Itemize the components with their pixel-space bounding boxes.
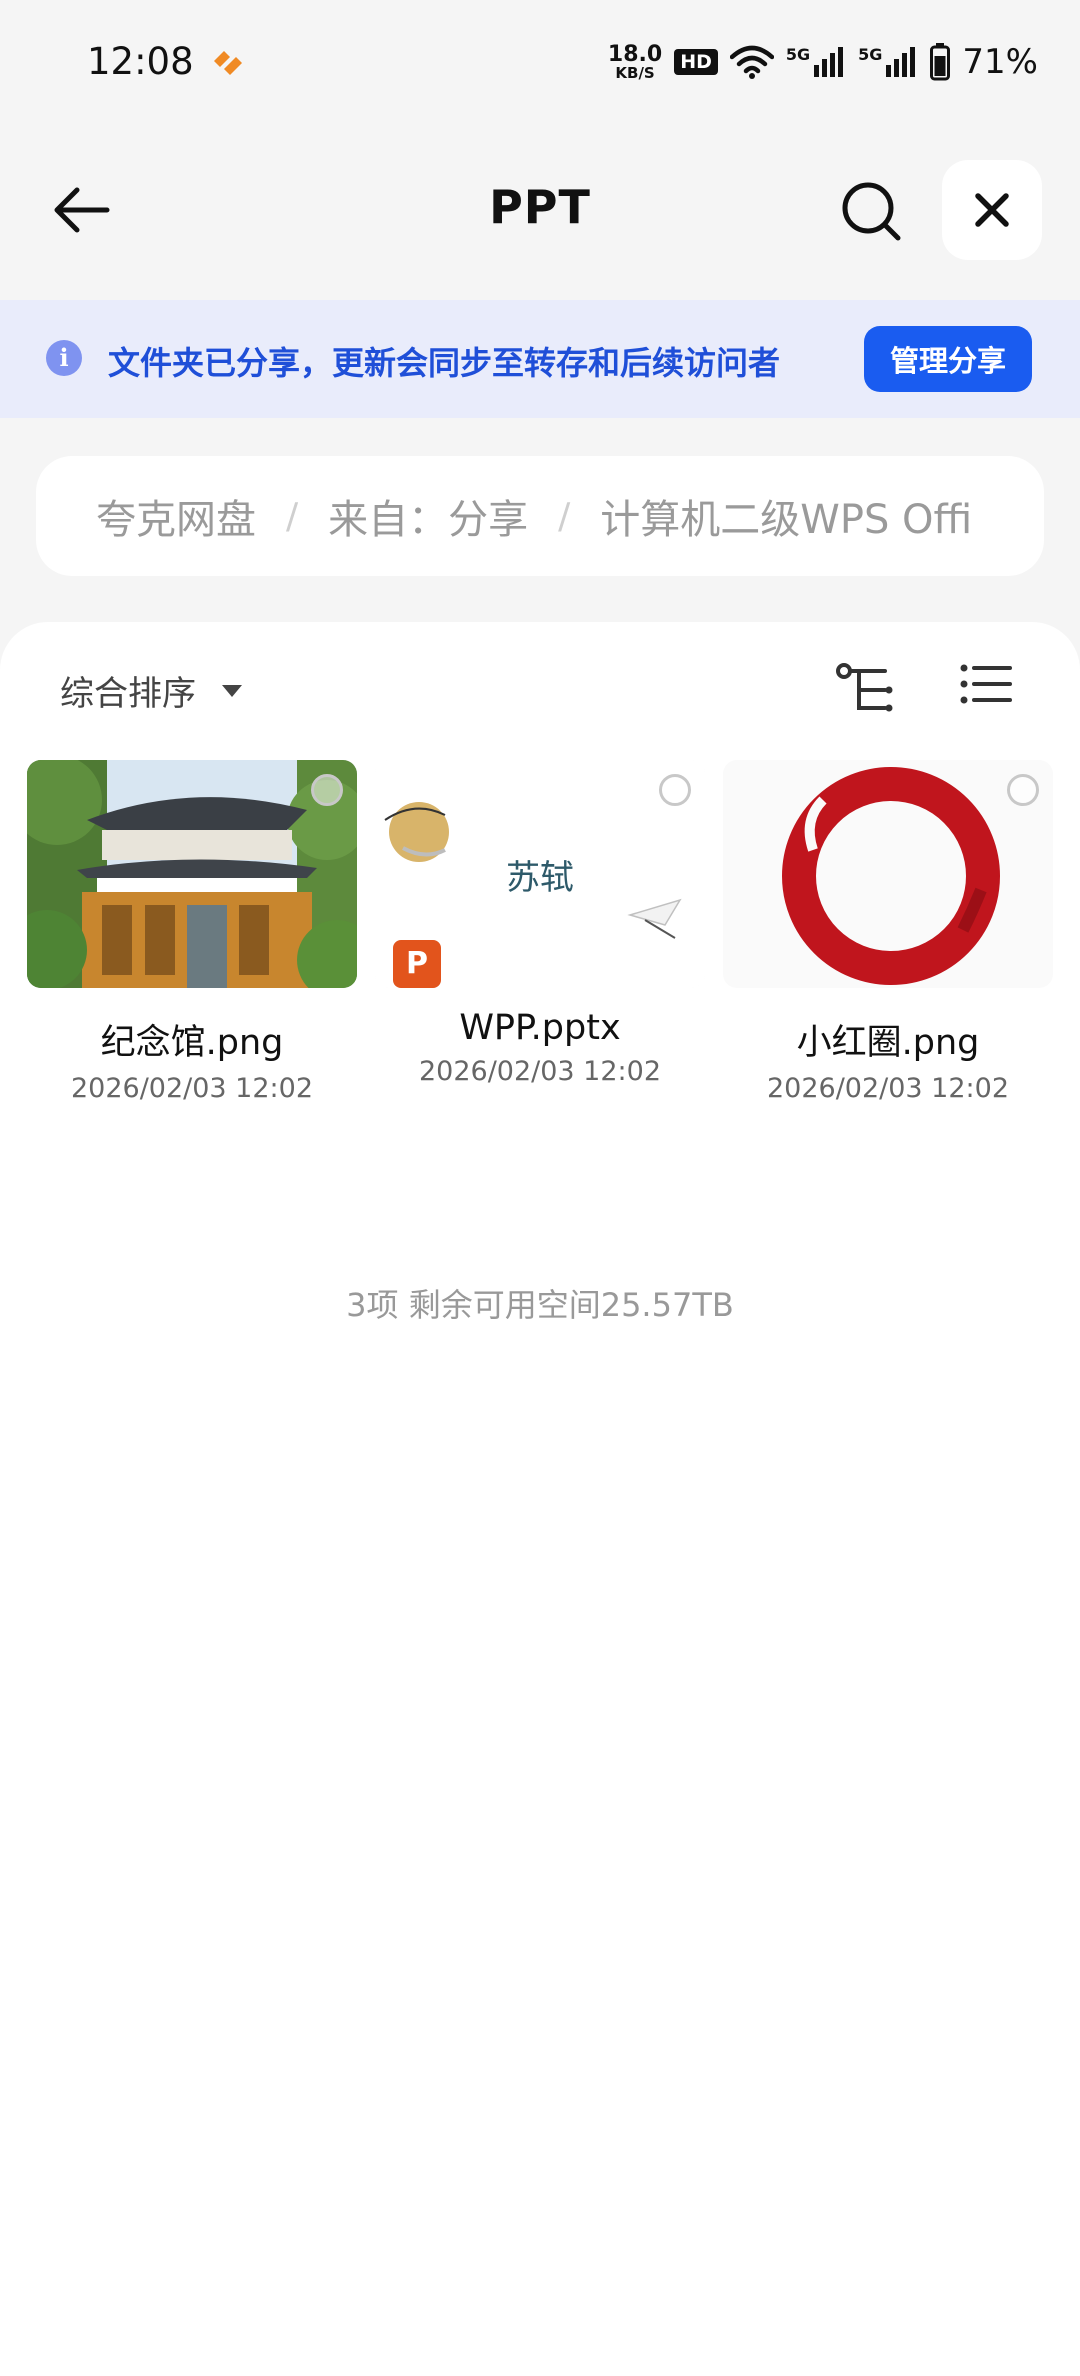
tree-structure-icon [836, 663, 893, 712]
file-item[interactable]: 苏轼 P WPP.pptx 2026/02/03 12:02 [375, 760, 705, 1087]
memorial-hall-photo [27, 760, 357, 988]
list-icon [960, 664, 1012, 704]
storage-summary: 3项 剩余可用空间25.57TB [346, 1286, 734, 1324]
breadcrumb: 夸克网盘 / 来自：分享 / 计算机二级WPS Offi [36, 456, 1044, 576]
file-name: 纪念馆.png [100, 1023, 284, 1063]
file-name: WPP.pptx [459, 1008, 621, 1048]
share-notice-text: 文件夹已分享，更新会同步至转存和后续访问者 [108, 344, 781, 382]
file-thumbnail [723, 760, 1053, 988]
file-date: 2026/02/03 12:02 [766, 1073, 1009, 1104]
red-circle-image [782, 767, 1000, 985]
list-view-button[interactable] [960, 662, 1020, 722]
sort-label: 综合排序 [60, 674, 196, 714]
battery-icon [930, 43, 951, 81]
slide-title-text: 苏轼 [506, 858, 574, 898]
share-notice-banner: i 文件夹已分享，更新会同步至转存和后续访问者 管理分享 [0, 300, 1080, 418]
search-button[interactable] [838, 178, 904, 244]
file-item[interactable]: 纪念馆.png 2026/02/03 12:02 [27, 760, 357, 1104]
battery-level: 71% [962, 42, 1038, 82]
network-speed: 18.0 KB/S [607, 41, 663, 82]
hd-voice-icon: HD [674, 49, 718, 75]
tree-view-button[interactable] [835, 662, 905, 722]
status-bar: 12:08 18.0 KB/S HD 5G 5G 71% [0, 0, 1080, 130]
breadcrumb-item-share[interactable]: 来自：分享 [328, 487, 528, 545]
breadcrumb-separator: / [558, 495, 571, 537]
file-thumbnail [27, 760, 357, 988]
close-icon [975, 193, 1009, 227]
breadcrumb-item-folder[interactable]: 计算机二级WPS Offi [600, 487, 972, 545]
close-button[interactable] [942, 160, 1042, 260]
info-icon: i [46, 340, 82, 376]
file-date: 2026/02/03 12:02 [418, 1056, 661, 1087]
file-item[interactable]: 小红圈.png 2026/02/03 12:02 [723, 760, 1053, 1104]
cellular-signal-icon: 5G [786, 45, 846, 79]
cellular-signal-2-icon: 5G [858, 45, 918, 79]
select-checkbox[interactable] [1007, 774, 1039, 806]
status-time: 12:08 [87, 40, 194, 83]
file-date: 2026/02/03 12:02 [70, 1073, 313, 1104]
wifi-icon [729, 45, 774, 79]
file-thumbnail: 苏轼 P [375, 760, 705, 988]
breadcrumb-separator: / [286, 495, 299, 537]
select-checkbox[interactable] [311, 774, 343, 806]
file-name: 小红圈.png [796, 1023, 980, 1063]
ppt-file-badge-icon: P [393, 940, 441, 988]
file-panel: 综合排序 纪念馆.png 2026/02/03 12:02 苏轼 P WPP.p… [0, 622, 1080, 2376]
search-icon [842, 182, 901, 241]
status-icons: 18.0 KB/S HD 5G 5G 71% [608, 38, 1038, 86]
page-title: PPT [489, 180, 591, 234]
sort-dropdown[interactable]: 综合排序 [60, 666, 242, 715]
top-nav-bar: PPT [0, 150, 1080, 270]
quark-notification-icon [210, 47, 246, 83]
breadcrumb-item-root[interactable]: 夸克网盘 [96, 487, 256, 545]
caret-down-icon [222, 684, 242, 697]
select-checkbox[interactable] [659, 774, 691, 806]
manage-share-button[interactable]: 管理分享 [864, 326, 1032, 392]
